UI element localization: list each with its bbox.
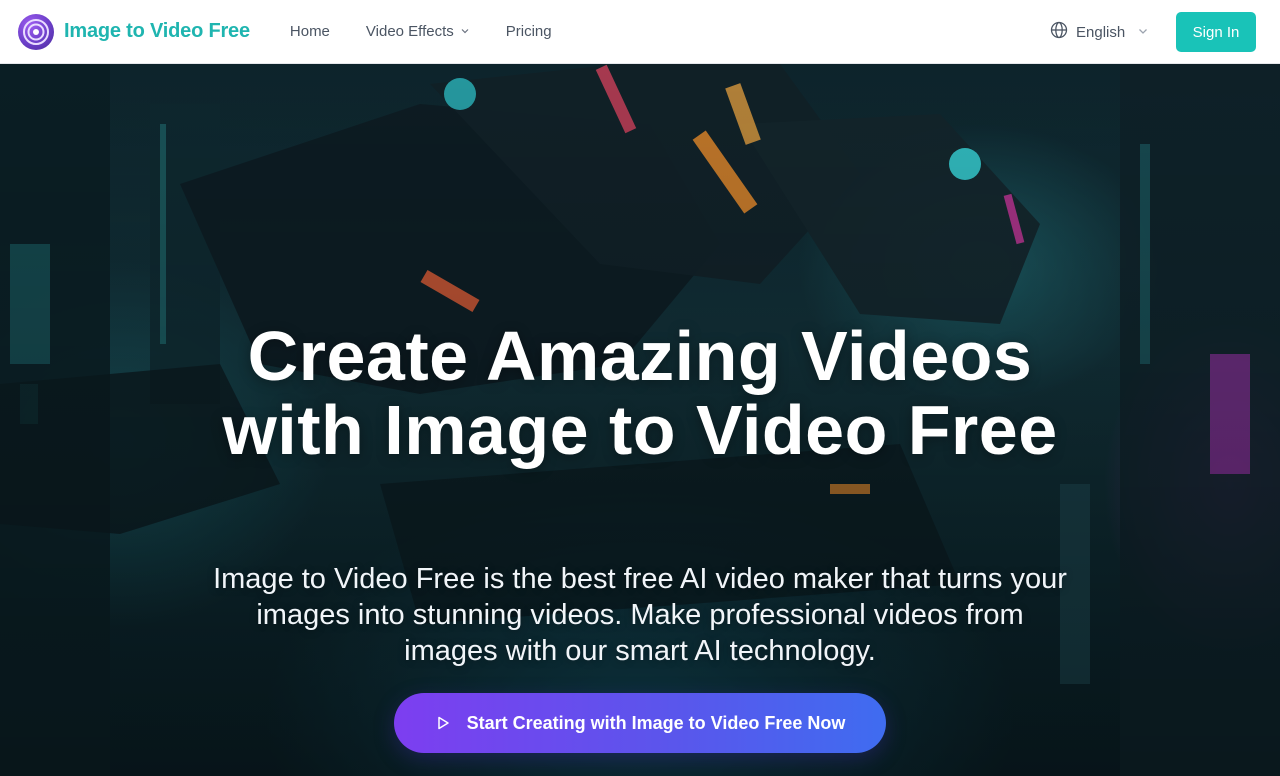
language-label: English [1076,23,1126,41]
hero-subtitle: Image to Video Free is the best free AI … [213,563,1067,667]
play-icon [435,715,451,731]
nav-pricing-label: Pricing [505,23,552,40]
language-selector[interactable]: English [1050,0,1149,64]
nav-video-effects[interactable]: Video Effects [366,23,470,40]
brand-logo-link[interactable]: Image to Video Free [18,13,250,50]
hero-content: Create Amazing Videos with Image to Vide… [0,64,1280,776]
site-header: Image to Video Free Home Video Effects P… [0,0,1280,64]
logo-icon [18,13,54,50]
brand-name: Image to Video Free [64,20,250,42]
chevron-down-icon [460,23,470,40]
hero-section: Create Amazing Videos with Image to Vide… [0,64,1280,776]
hero-title: Create Amazing Videos with Image to Vide… [222,317,1058,469]
start-creating-label: Start Creating with Image to Video Free … [466,712,846,733]
main-nav: Home Video Effects Pricing [290,23,588,40]
nav-pricing[interactable]: Pricing [506,23,552,40]
nav-video-effects-label: Video Effects [365,23,454,40]
nav-home[interactable]: Home [290,23,330,40]
start-creating-button[interactable]: Start Creating with Image to Video Free … [394,693,886,753]
nav-home-label: Home [289,23,330,40]
sign-in-button[interactable]: Sign In [1176,12,1256,52]
chevron-down-icon [1137,24,1149,41]
globe-icon [1050,21,1068,43]
